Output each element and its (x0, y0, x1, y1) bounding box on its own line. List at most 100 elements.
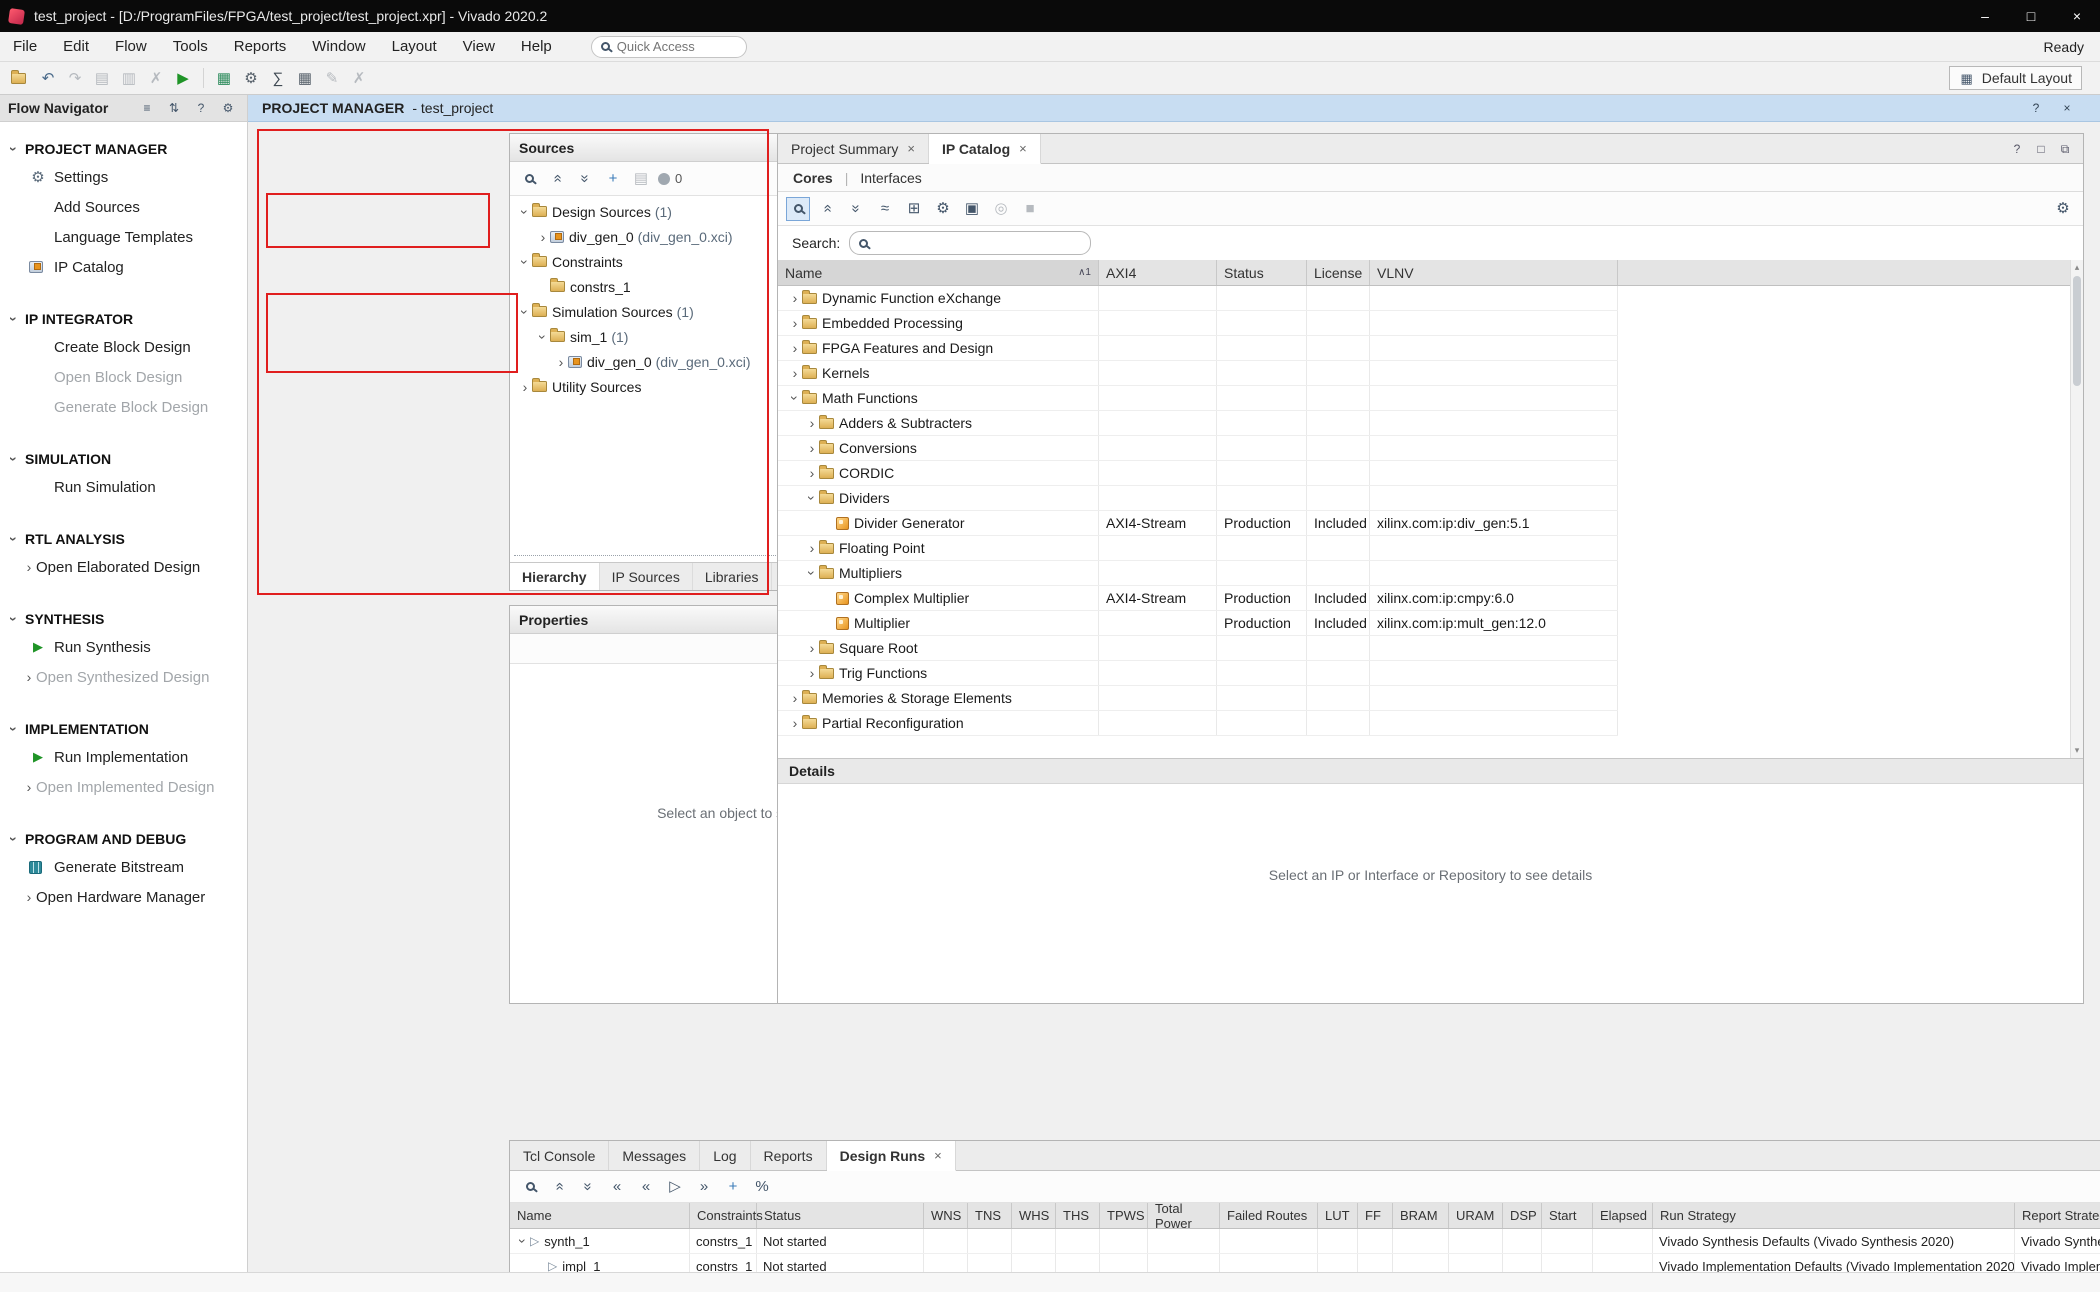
expander-icon[interactable]: › (22, 670, 36, 684)
expander-icon[interactable]: › (7, 832, 21, 846)
column-header-wns[interactable]: WNS (924, 1203, 968, 1228)
help-icon[interactable]: ? (190, 97, 212, 119)
maximize-icon[interactable]: □ (2008, 0, 2054, 32)
flownav-item-language-templates[interactable]: Language Templates (0, 222, 247, 252)
tab-messages[interactable]: Messages (609, 1141, 700, 1170)
flownav-section-header-program-and-debug[interactable]: ›PROGRAM AND DEBUG (0, 826, 247, 852)
menu-layout[interactable]: Layout (379, 32, 450, 61)
settings-icon[interactable]: ⚙ (240, 67, 262, 89)
tab-log[interactable]: Log (700, 1141, 750, 1170)
open-project-icon[interactable] (10, 67, 32, 89)
flownav-item-settings[interactable]: ⚙Settings (0, 162, 247, 192)
flownav-item-generate-bitstream[interactable]: Generate Bitstream (0, 852, 247, 882)
expander-icon[interactable]: › (788, 391, 802, 405)
subtab-interfaces[interactable]: Interfaces (860, 170, 921, 186)
scrollbar-thumb[interactable] (2073, 276, 2081, 386)
float-icon[interactable]: ⧉ (2057, 141, 2073, 157)
flownav-section-header-implementation[interactable]: ›IMPLEMENTATION (0, 716, 247, 742)
column-header-bram[interactable]: BRAM (1393, 1203, 1449, 1228)
flownav-item-run-implementation[interactable]: ▶Run Implementation (0, 742, 247, 772)
expander-icon[interactable]: › (788, 341, 802, 355)
maximize-icon[interactable]: □ (2033, 141, 2049, 157)
close-icon[interactable]: × (2054, 0, 2100, 32)
flownav-section-header-synthesis[interactable]: ›SYNTHESIS (0, 606, 247, 632)
expander-icon[interactable]: › (805, 441, 819, 455)
close-tab-icon[interactable]: × (907, 141, 915, 156)
catalog-row-dynamic-function-exchange[interactable]: ›Dynamic Function eXchange (778, 286, 1618, 311)
expander-icon[interactable]: › (536, 230, 550, 244)
column-header-status[interactable]: Status (1217, 260, 1307, 285)
expander-icon[interactable]: › (805, 491, 819, 505)
menu-view[interactable]: View (450, 32, 508, 61)
catalog-row-square-root[interactable]: ›Square Root (778, 636, 1618, 661)
expander-icon[interactable]: › (554, 355, 568, 369)
search-icon[interactable] (519, 1176, 541, 1198)
expander-icon[interactable]: › (518, 205, 532, 219)
expander-icon[interactable]: › (805, 541, 819, 555)
layout-icon[interactable]: ▦ (294, 67, 316, 89)
menu-help[interactable]: Help (508, 32, 565, 61)
tab-hierarchy[interactable]: Hierarchy (510, 563, 600, 590)
program-device-icon[interactable]: ▦ (213, 67, 235, 89)
catalog-row-embedded-processing[interactable]: ›Embedded Processing (778, 311, 1618, 336)
run-icon[interactable]: ▶ (172, 67, 194, 89)
ip-settings-icon[interactable]: ⚙ (932, 198, 954, 220)
license-icon[interactable]: ▣ (961, 198, 983, 220)
menu-file[interactable]: File (0, 32, 50, 61)
run-row-synth-1[interactable]: ›▷synth_1constrs_1Not startedVivado Synt… (510, 1229, 2100, 1254)
subtab-cores[interactable]: Cores (793, 170, 833, 186)
column-header-total-power[interactable]: Total Power (1148, 1203, 1220, 1228)
column-header-status[interactable]: Status (757, 1203, 924, 1228)
expand-all-icon[interactable]: » (574, 168, 596, 190)
flownav-item-open-hardware-manager[interactable]: ›Open Hardware Manager (0, 882, 247, 912)
expander-icon[interactable]: › (805, 566, 819, 580)
tab-reports[interactable]: Reports (751, 1141, 827, 1170)
expander-icon[interactable]: › (7, 532, 21, 546)
filter-icon[interactable]: ≈ (874, 198, 896, 220)
flownav-item-run-synthesis[interactable]: ▶Run Synthesis (0, 632, 247, 662)
tab-project-summary[interactable]: Project Summary× (778, 134, 929, 163)
column-header-failed-routes[interactable]: Failed Routes (1220, 1203, 1318, 1228)
catalog-row-multipliers[interactable]: ›Multipliers (778, 561, 1618, 586)
expander-icon[interactable]: › (536, 330, 550, 344)
settings-icon[interactable]: ⚙ (2052, 198, 2074, 220)
runs-percent-icon[interactable]: % (751, 1176, 773, 1198)
expander-icon[interactable]: › (805, 641, 819, 655)
catalog-row-trig-functions[interactable]: ›Trig Functions (778, 661, 1618, 686)
ip-search-input[interactable] (875, 236, 1055, 251)
column-header-name[interactable]: Name∧1 (778, 260, 1099, 285)
expand-all-icon[interactable]: » (845, 198, 867, 220)
collapse-all-icon[interactable]: » (546, 168, 568, 190)
ip-search-box[interactable] (849, 231, 1091, 255)
tab-tcl-console[interactable]: Tcl Console (510, 1141, 609, 1170)
flownav-section-header-project-manager[interactable]: ›PROJECT MANAGER (0, 136, 247, 162)
tab-design-runs[interactable]: Design Runs× (827, 1141, 956, 1171)
flownav-item-open-elaborated-design[interactable]: ›Open Elaborated Design (0, 552, 247, 582)
column-header-axi4[interactable]: AXI4 (1099, 260, 1217, 285)
tab-ip-sources[interactable]: IP Sources (600, 563, 693, 590)
catalog-row-memories-storage-elements[interactable]: ›Memories & Storage Elements (778, 686, 1618, 711)
column-header-ths[interactable]: THS (1056, 1203, 1100, 1228)
expander-icon[interactable]: › (22, 890, 36, 904)
expander-icon[interactable]: › (805, 466, 819, 480)
menu-window[interactable]: Window (299, 32, 378, 61)
quick-access-box[interactable] (591, 36, 747, 58)
collapse-all-icon[interactable]: » (548, 1176, 570, 1198)
expander-icon[interactable]: › (22, 560, 36, 574)
column-header-elapsed[interactable]: Elapsed (1593, 1203, 1653, 1228)
expander-icon[interactable]: › (7, 722, 21, 736)
minimize-icon[interactable]: – (1962, 0, 2008, 32)
search-icon[interactable] (518, 168, 540, 190)
expander-icon[interactable]: › (805, 666, 819, 680)
report-icon[interactable]: ∑ (267, 67, 289, 89)
flownav-item-add-sources[interactable]: Add Sources (0, 192, 247, 222)
expand-collapse-icon[interactable]: ⇅ (163, 97, 185, 119)
catalog-row-math-functions[interactable]: ›Math Functions (778, 386, 1618, 411)
close-tab-icon[interactable]: × (934, 1148, 942, 1163)
flownav-item-run-simulation[interactable]: Run Simulation (0, 472, 247, 502)
column-header-ff[interactable]: FF (1358, 1203, 1393, 1228)
expander-icon[interactable]: › (788, 291, 802, 305)
step-forward-icon[interactable]: » (693, 1176, 715, 1198)
close-tab-icon[interactable]: × (1019, 141, 1027, 156)
catalog-row-conversions[interactable]: ›Conversions (778, 436, 1618, 461)
